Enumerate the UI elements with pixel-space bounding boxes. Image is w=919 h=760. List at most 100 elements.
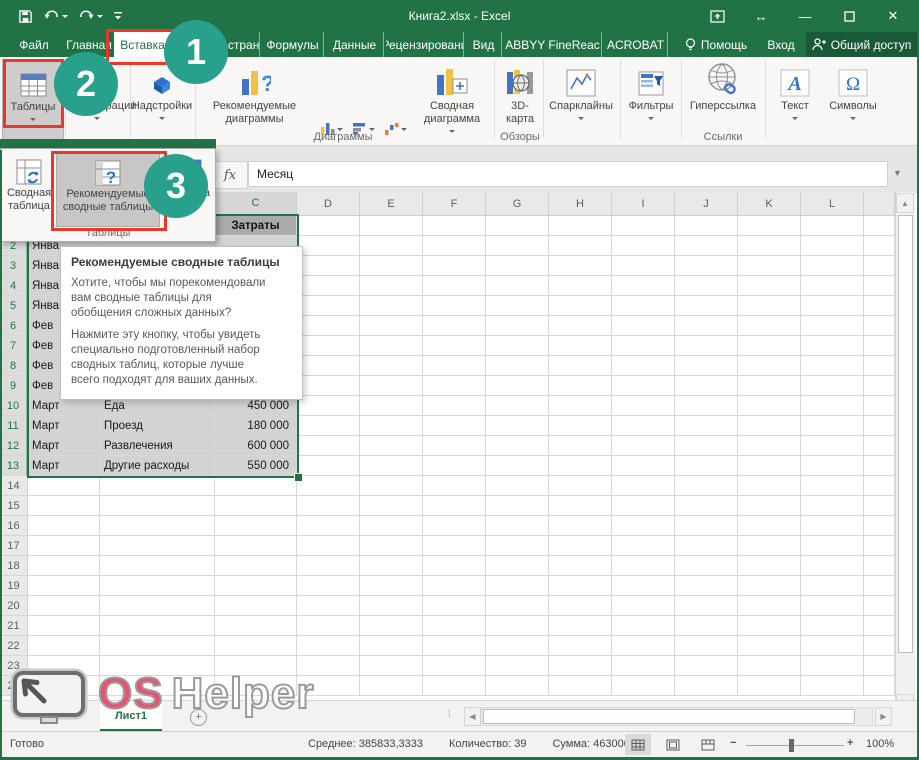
cell-F15[interactable]	[423, 496, 486, 516]
cell-F13[interactable]	[423, 456, 486, 476]
cell-F12[interactable]	[423, 436, 486, 456]
cell-G7[interactable]	[486, 336, 549, 356]
cell-C19[interactable]	[215, 576, 297, 596]
cell-E20[interactable]	[360, 596, 423, 616]
cell-J19[interactable]	[675, 576, 738, 596]
cell-I9[interactable]	[612, 376, 675, 396]
illustrations-group-button[interactable]: Иллюстрации	[66, 59, 128, 143]
cell-J21[interactable]	[675, 616, 738, 636]
cell-B14[interactable]	[100, 476, 215, 496]
cell-G3[interactable]	[486, 256, 549, 276]
cell-L22[interactable]	[801, 636, 864, 656]
row-header-3[interactable]: 3	[0, 256, 28, 276]
undo-caret-icon[interactable]	[62, 15, 68, 21]
cell-K15[interactable]	[738, 496, 801, 516]
cell-G19[interactable]	[486, 576, 549, 596]
zoom-slider[interactable]	[746, 745, 844, 746]
filters-group-button[interactable]: Фильтры	[623, 59, 679, 143]
normal-view-button[interactable]	[625, 734, 651, 755]
zoom-percentage[interactable]: 100%	[866, 738, 894, 750]
cell-G4[interactable]	[486, 276, 549, 296]
cell-K14[interactable]	[738, 476, 801, 496]
cell-K21[interactable]	[738, 616, 801, 636]
tab-главная[interactable]: Главная	[64, 32, 114, 57]
cell-F23[interactable]	[423, 656, 486, 676]
tab-вид[interactable]: Вид	[466, 32, 502, 57]
cell-B24[interactable]	[100, 676, 215, 696]
cell-partial-20[interactable]	[864, 596, 895, 616]
cell-L10[interactable]	[801, 396, 864, 416]
cell-H2[interactable]	[549, 236, 612, 256]
cell-I4[interactable]	[612, 276, 675, 296]
column-header-K[interactable]: K	[738, 192, 801, 216]
cell-H22[interactable]	[549, 636, 612, 656]
column-header-E[interactable]: E	[360, 192, 423, 216]
redo-caret-icon[interactable]	[97, 15, 103, 21]
cell-D2[interactable]	[297, 236, 360, 256]
cell-D10[interactable]	[297, 396, 360, 416]
scroll-left-icon[interactable]: ◀	[464, 707, 481, 726]
cell-I5[interactable]	[612, 296, 675, 316]
cell-J20[interactable]	[675, 596, 738, 616]
cell-A19[interactable]	[28, 576, 100, 596]
cell-G16[interactable]	[486, 516, 549, 536]
cell-A22[interactable]	[28, 636, 100, 656]
cell-H14[interactable]	[549, 476, 612, 496]
cell-I21[interactable]	[612, 616, 675, 636]
cell-L16[interactable]	[801, 516, 864, 536]
cell-E18[interactable]	[360, 556, 423, 576]
cell-partial-24[interactable]	[864, 676, 895, 696]
row-header-11[interactable]: 11	[0, 416, 28, 436]
cell-partial-23[interactable]	[864, 656, 895, 676]
cell-L3[interactable]	[801, 256, 864, 276]
cell-D15[interactable]	[297, 496, 360, 516]
horizontal-scroll-thumb[interactable]	[483, 709, 855, 724]
cell-L14[interactable]	[801, 476, 864, 496]
cell-I19[interactable]	[612, 576, 675, 596]
scroll-right-icon[interactable]: ▶	[875, 707, 892, 726]
cell-B18[interactable]	[100, 556, 215, 576]
cell-partial-22[interactable]	[864, 636, 895, 656]
scroll-up-icon[interactable]: ▲	[896, 193, 914, 213]
cell-D13[interactable]	[297, 456, 360, 476]
cell-F20[interactable]	[423, 596, 486, 616]
cell-E11[interactable]	[360, 416, 423, 436]
cell-partial-17[interactable]	[864, 536, 895, 556]
cell-H17[interactable]	[549, 536, 612, 556]
vertical-scroll-thumb[interactable]	[898, 215, 913, 653]
cell-A24[interactable]	[28, 676, 100, 696]
cell-J17[interactable]	[675, 536, 738, 556]
cell-H5[interactable]	[549, 296, 612, 316]
cell-E1[interactable]	[360, 216, 423, 236]
cell-K19[interactable]	[738, 576, 801, 596]
cell-C21[interactable]	[215, 616, 297, 636]
cell-I18[interactable]	[612, 556, 675, 576]
cell-G5[interactable]	[486, 296, 549, 316]
cell-E16[interactable]	[360, 516, 423, 536]
cell-D11[interactable]	[297, 416, 360, 436]
cell-D17[interactable]	[297, 536, 360, 556]
cell-F7[interactable]	[423, 336, 486, 356]
cell-G17[interactable]	[486, 536, 549, 556]
customize-qat-icon[interactable]	[113, 10, 123, 22]
cell-E22[interactable]	[360, 636, 423, 656]
cell-F9[interactable]	[423, 376, 486, 396]
cell-C24[interactable]	[215, 676, 297, 696]
cell-K2[interactable]	[738, 236, 801, 256]
cell-E4[interactable]	[360, 276, 423, 296]
column-header-D[interactable]: D	[297, 192, 360, 216]
cell-I2[interactable]	[612, 236, 675, 256]
cell-F14[interactable]	[423, 476, 486, 496]
cell-L11[interactable]	[801, 416, 864, 436]
sheet-tab-list1[interactable]: Лист1	[100, 702, 162, 731]
cell-J1[interactable]	[675, 216, 738, 236]
cell-G6[interactable]	[486, 316, 549, 336]
save-icon[interactable]	[18, 9, 33, 24]
cell-K16[interactable]	[738, 516, 801, 536]
cell-J18[interactable]	[675, 556, 738, 576]
cell-I10[interactable]	[612, 396, 675, 416]
cell-J11[interactable]	[675, 416, 738, 436]
cell-E19[interactable]	[360, 576, 423, 596]
cell-D7[interactable]	[297, 336, 360, 356]
cell-F6[interactable]	[423, 316, 486, 336]
